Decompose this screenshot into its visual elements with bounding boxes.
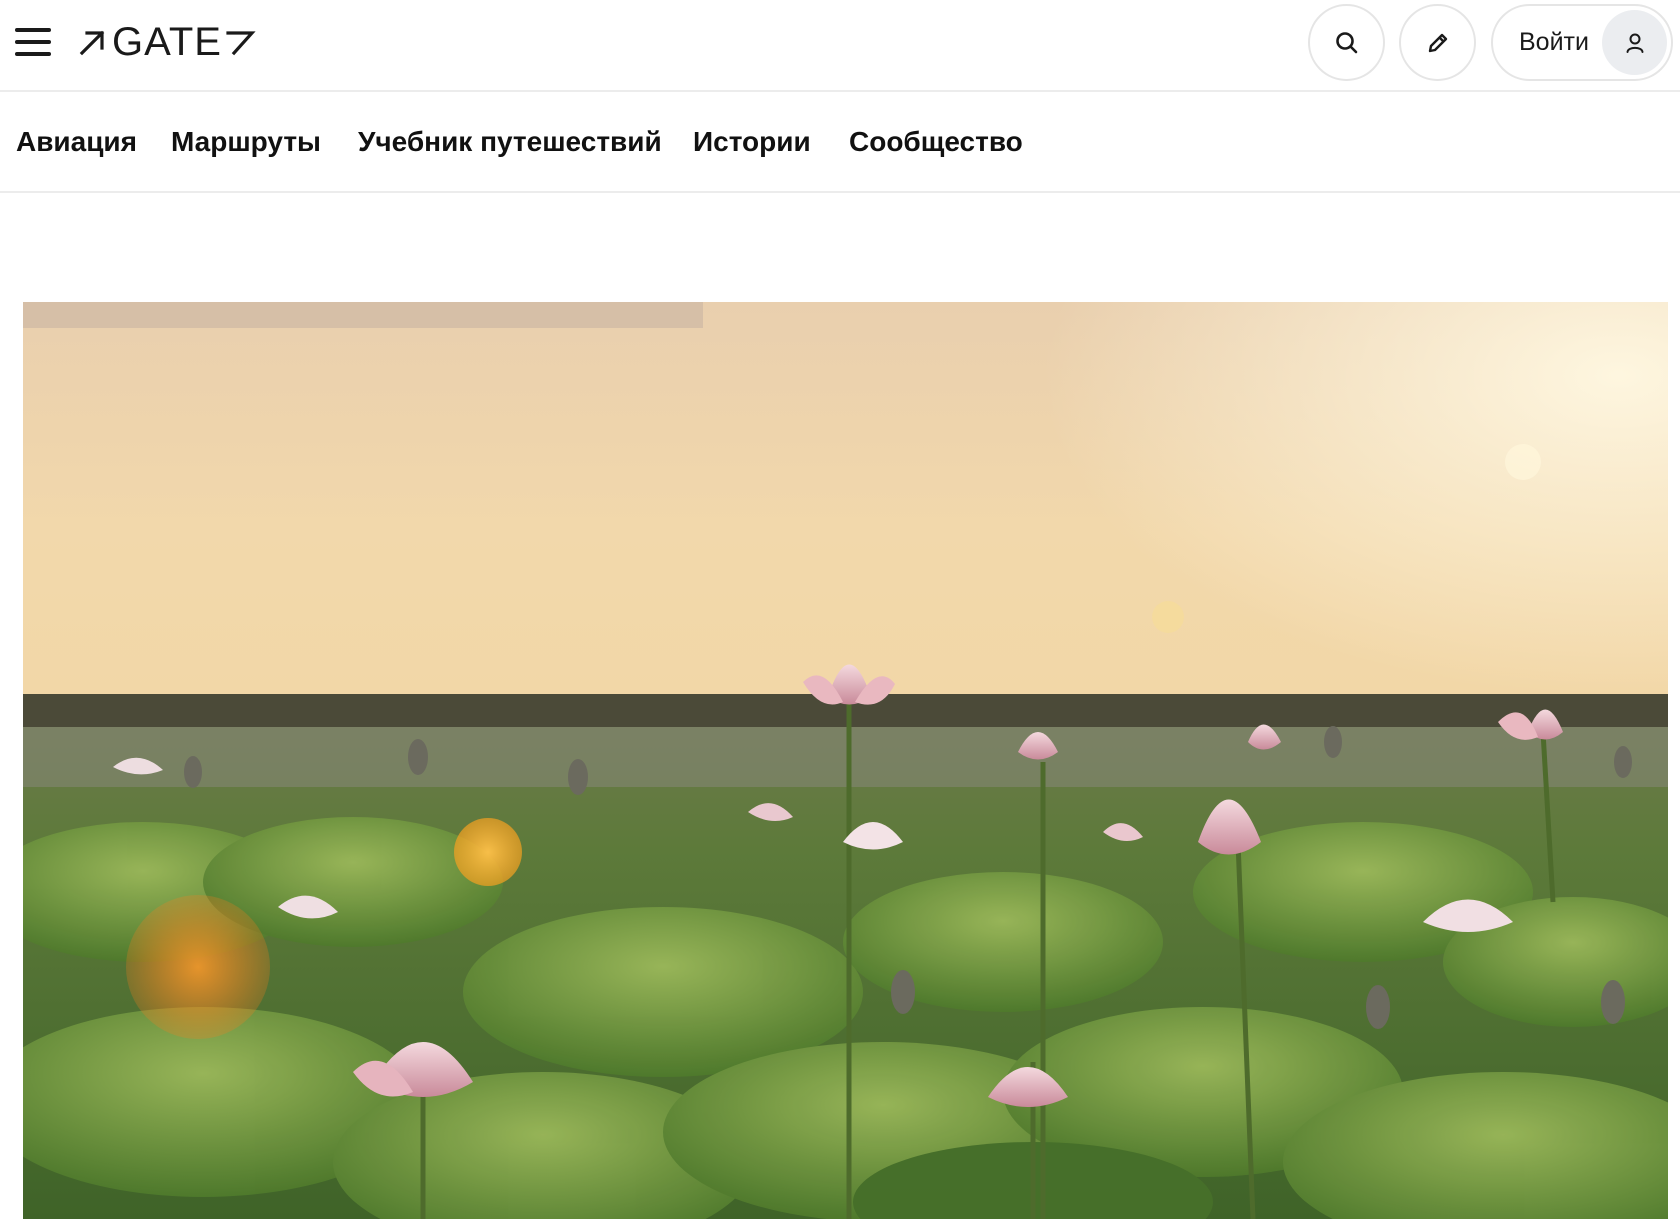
nav-item-routes[interactable]: Маршруты xyxy=(171,126,321,158)
site-logo[interactable]: GATE xyxy=(78,22,258,62)
login-label: Войти xyxy=(1519,28,1589,56)
slash-seven-icon xyxy=(226,31,256,56)
nav-item-stories[interactable]: Истории xyxy=(693,126,811,158)
write-post-button[interactable] xyxy=(1399,4,1476,81)
main-nav: Авиация Маршруты Учебник путешествий Ист… xyxy=(0,92,1680,193)
login-button[interactable]: Войти xyxy=(1491,4,1673,81)
arrow-up-right-icon xyxy=(79,30,105,56)
top-bar: GATE Войти xyxy=(0,0,1680,92)
logo-text: GATE xyxy=(112,20,222,64)
user-icon xyxy=(1626,33,1643,53)
hamburger-menu-icon[interactable] xyxy=(15,26,51,58)
pencil-icon xyxy=(1428,33,1447,52)
lotus-field-photo xyxy=(23,302,1668,1219)
search-button[interactable] xyxy=(1308,4,1385,81)
search-icon xyxy=(1335,31,1357,53)
avatar xyxy=(1602,10,1667,75)
hero-image xyxy=(23,302,1668,1219)
nav-item-travel-guide[interactable]: Учебник путешествий xyxy=(358,126,662,158)
nav-item-community[interactable]: Сообщество xyxy=(849,126,1023,158)
nav-item-aviation[interactable]: Авиация xyxy=(16,126,137,158)
